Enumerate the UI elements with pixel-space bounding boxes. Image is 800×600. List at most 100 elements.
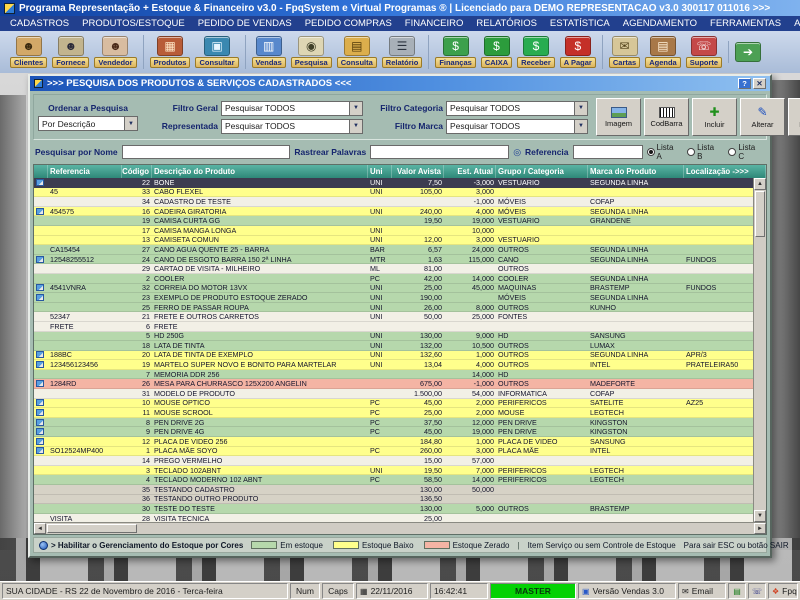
toolbar-button-relatorio[interactable]: ☰Relatório bbox=[382, 36, 423, 68]
button-imagem[interactable]: Imagem bbox=[596, 98, 641, 136]
search-words-input[interactable] bbox=[370, 145, 509, 159]
radio-lista-b[interactable]: Lista B bbox=[687, 143, 721, 161]
chevron-down-icon[interactable]: ▼ bbox=[349, 102, 362, 115]
table-row[interactable]: 2COOLERPC42,0014,000COOLERSEGUNDA LINHA bbox=[34, 274, 753, 284]
menu-item-relatorios[interactable]: RELATÓRIOS bbox=[476, 18, 537, 29]
table-row[interactable]: 22BONEUNI7,50-3,000VESTUARIOSEGUNDA LINH… bbox=[34, 178, 753, 188]
button-codbarra[interactable]: CodBarra bbox=[644, 98, 689, 136]
table-row[interactable]: 4TECLADO MODERNO 102 ABNTPC58,5014,000PE… bbox=[34, 475, 753, 485]
column-header-grupo-categoria[interactable]: Grupo / Categoria bbox=[496, 165, 588, 178]
toolbar-button-consulta[interactable]: ▤Consulta bbox=[337, 36, 377, 68]
table-row[interactable]: 34CADASTRO DE TESTE-1,000MÓVEISCOFAP bbox=[34, 197, 753, 207]
vertical-scrollbar[interactable]: ▲ ▼ bbox=[753, 178, 766, 522]
horizontal-scroll-track[interactable] bbox=[138, 523, 754, 534]
toolbar-button-cartas[interactable]: ✉Cartas bbox=[609, 36, 640, 68]
button-excluir[interactable]: ✖Excluir bbox=[788, 98, 800, 136]
status-tray-button-2[interactable]: ☏ bbox=[748, 583, 766, 599]
scroll-right-arrow-icon[interactable]: ► bbox=[754, 523, 766, 534]
menu-item-ferramentas[interactable]: FERRAMENTAS bbox=[710, 18, 781, 29]
table-row[interactable]: 23EXEMPLO DE PRODUTO ESTOQUE ZERADOUNI19… bbox=[34, 293, 753, 303]
chevron-down-icon[interactable]: ▼ bbox=[574, 120, 587, 133]
enable-stock-colors-toggle[interactable]: > Habilitar o Gerenciamento do Estoque p… bbox=[39, 541, 243, 550]
menu-item-cadastros[interactable]: CADASTROS bbox=[10, 18, 69, 29]
table-row[interactable]: 12PLACA DE VIDEO 256184,801,000PLACA DE … bbox=[34, 437, 753, 447]
table-row[interactable]: 30TESTE DO TESTE130,005,000OUTROSBRASTEM… bbox=[34, 504, 753, 514]
vertical-scroll-track[interactable] bbox=[754, 238, 766, 510]
chevron-down-icon[interactable]: ▼ bbox=[124, 117, 137, 130]
table-row[interactable]: 36TESTANDO OUTRO PRODUTO136,50 bbox=[34, 495, 753, 505]
table-row[interactable]: 35TESTANDO CADASTRO130,0050,000 bbox=[34, 485, 753, 495]
window-close-button[interactable]: ✕ bbox=[753, 78, 766, 89]
toolbar-button-suporte[interactable]: ☏Suporte bbox=[686, 36, 722, 68]
table-row[interactable]: 19CAMISA CURTA GG19,5019,000VESTUARIOGRA… bbox=[34, 216, 753, 226]
toolbar-button-caixa[interactable]: $CAIXA bbox=[481, 36, 512, 68]
table-row[interactable]: 4533CABO FLEXELUNI105,003,000 bbox=[34, 188, 753, 198]
table-row[interactable]: SO12524MP4001PLACA MÃE SOYOPC260,003,000… bbox=[34, 447, 753, 457]
table-row[interactable]: 25FERRO DE PASSAR ROUPAUNI26,008,000OUTR… bbox=[34, 303, 753, 313]
menu-item-ajuda[interactable]: AJUDA bbox=[794, 18, 800, 29]
table-row[interactable]: 4541VNRA32CORREIA DO MOTOR 13VXUNI25,004… bbox=[34, 284, 753, 294]
table-row[interactable]: VISITA28VISITA TECNICA25,00 bbox=[34, 514, 753, 522]
table-row[interactable]: 8PEN DRIVE 2GPC37,5012,000PEN DRIVEKINGS… bbox=[34, 418, 753, 428]
column-header-valor-avista[interactable]: Valor Avista bbox=[392, 165, 444, 178]
menu-item-pedido-de-vendas[interactable]: PEDIDO DE VENDAS bbox=[198, 18, 292, 29]
table-row[interactable]: 11MOUSE SCROOLPC25,002,000MOUSELEGTECH bbox=[34, 408, 753, 418]
toolbar-button-vendas[interactable]: ▥Vendas bbox=[252, 36, 286, 68]
table-row[interactable]: 1284RD26MESA PARA CHURRASCO 125X200 ANGE… bbox=[34, 379, 753, 389]
table-row[interactable]: 31MODELO DE PRODUTO1.500,0054,000INFORMA… bbox=[34, 389, 753, 399]
represented-filter-select[interactable]: Pesquisar TODOS ▼ bbox=[221, 119, 363, 134]
toolbar-button-pesquisa[interactable]: ◉Pesquisa bbox=[291, 36, 332, 68]
table-row[interactable]: 45457516CADEIRA GIRATORIAUNI240,004,000M… bbox=[34, 207, 753, 217]
toolbar-button-fornece[interactable]: ☻Fornece bbox=[52, 36, 89, 68]
toolbar-button-consultar[interactable]: ▣Consultar bbox=[195, 36, 238, 68]
menu-item-produtos-estoque[interactable]: PRODUTOS/ESTOQUE bbox=[82, 18, 185, 29]
table-row[interactable]: 5HD 250GUNI130,009,000HDSANSUNG bbox=[34, 332, 753, 342]
scroll-down-arrow-icon[interactable]: ▼ bbox=[754, 510, 766, 522]
table-row[interactable]: 7MEMORIA DDR 25614,000HD bbox=[34, 370, 753, 380]
vertical-scroll-thumb[interactable] bbox=[755, 191, 765, 237]
menu-item-financeiro[interactable]: FINANCEIRO bbox=[405, 18, 464, 29]
button-incluir[interactable]: ✚Incluir bbox=[692, 98, 737, 136]
menu-item-pedido-compras[interactable]: PEDIDO COMPRAS bbox=[305, 18, 392, 29]
menu-item-agendamento[interactable]: AGENDAMENTO bbox=[623, 18, 697, 29]
chevron-down-icon[interactable]: ▼ bbox=[574, 102, 587, 115]
table-row[interactable]: 29CARTAO DE VISITA - MILHEIROML81,00OUTR… bbox=[34, 264, 753, 274]
table-row[interactable]: 10MOUSE OPTICOPC45,002,000PERIFERICOSSAT… bbox=[34, 399, 753, 409]
scroll-left-arrow-icon[interactable]: ◄ bbox=[34, 523, 46, 534]
window-help-button[interactable]: ? bbox=[738, 78, 751, 89]
radio-lista-a[interactable]: Lista A bbox=[647, 143, 681, 161]
toolbar-button-financas[interactable]: $Finanças bbox=[435, 36, 476, 68]
table-row[interactable]: 18LATA DE TINTAUNI132,0010,500OUTROSLUMA… bbox=[34, 341, 753, 351]
column-header-descricao-do-produto[interactable]: Descrição do Produto bbox=[152, 165, 368, 178]
column-header-localizacao[interactable]: Localização ->>> bbox=[684, 165, 766, 178]
status-tray-button-1[interactable]: ▤ bbox=[728, 583, 746, 599]
table-row[interactable]: 12345612345619MARTELO SUPER NOVO E BONIT… bbox=[34, 360, 753, 370]
toolbar-button-agenda[interactable]: ▤Agenda bbox=[645, 36, 681, 68]
table-row[interactable]: 5234721FRETE E OUTROS CARRETOSUNI50,0025… bbox=[34, 312, 753, 322]
category-filter-select[interactable]: Pesquisar TODOS ▼ bbox=[446, 101, 588, 116]
reference-input[interactable] bbox=[573, 145, 643, 159]
button-alterar[interactable]: ✎Alterar bbox=[740, 98, 785, 136]
toolbar-button-produtos[interactable]: ▦Produtos bbox=[150, 36, 191, 68]
chevron-down-icon[interactable]: ▼ bbox=[349, 120, 362, 133]
toolbar-button-clientes[interactable]: ☻Clientes bbox=[10, 36, 47, 68]
radio-lista-c[interactable]: Lista C bbox=[728, 143, 763, 161]
table-row[interactable]: 9PEN DRIVE 4GPC45,0019,000PEN DRIVEKINGS… bbox=[34, 427, 753, 437]
order-by-select[interactable]: Por Descrição ▼ bbox=[38, 116, 138, 131]
horizontal-scrollbar[interactable]: ◄ ► bbox=[34, 522, 766, 534]
toolbar-button-vendedor[interactable]: ☻Vendedor bbox=[94, 36, 136, 68]
search-name-input[interactable] bbox=[122, 145, 291, 159]
scroll-up-arrow-icon[interactable]: ▲ bbox=[754, 178, 766, 190]
toolbar-button-receber[interactable]: $Receber bbox=[517, 36, 555, 68]
table-row[interactable]: CA1545427CANO AGUA QUENTE 25 - BARRABAR6… bbox=[34, 245, 753, 255]
menu-item-estatistica[interactable]: ESTATÍSTICA bbox=[550, 18, 610, 29]
general-filter-select[interactable]: Pesquisar TODOS ▼ bbox=[221, 101, 363, 116]
toolbar-button-a-pagar[interactable]: $A Pagar bbox=[560, 36, 596, 68]
toolbar-button-exit-door-icon[interactable]: ➔ bbox=[735, 42, 761, 62]
brand-filter-select[interactable]: Pesquisar TODOS ▼ bbox=[446, 119, 588, 134]
table-row[interactable]: FRETE6FRETE bbox=[34, 322, 753, 332]
table-row[interactable]: 1254825551224CANO DE ESGOTO BARRA 150 2ª… bbox=[34, 255, 753, 265]
column-header-est-atual[interactable]: Est. Atual bbox=[444, 165, 496, 178]
column-header-uni[interactable]: Uni bbox=[368, 165, 392, 178]
table-row[interactable]: 14PREGO VERMELHO15,0057,000 bbox=[34, 456, 753, 466]
